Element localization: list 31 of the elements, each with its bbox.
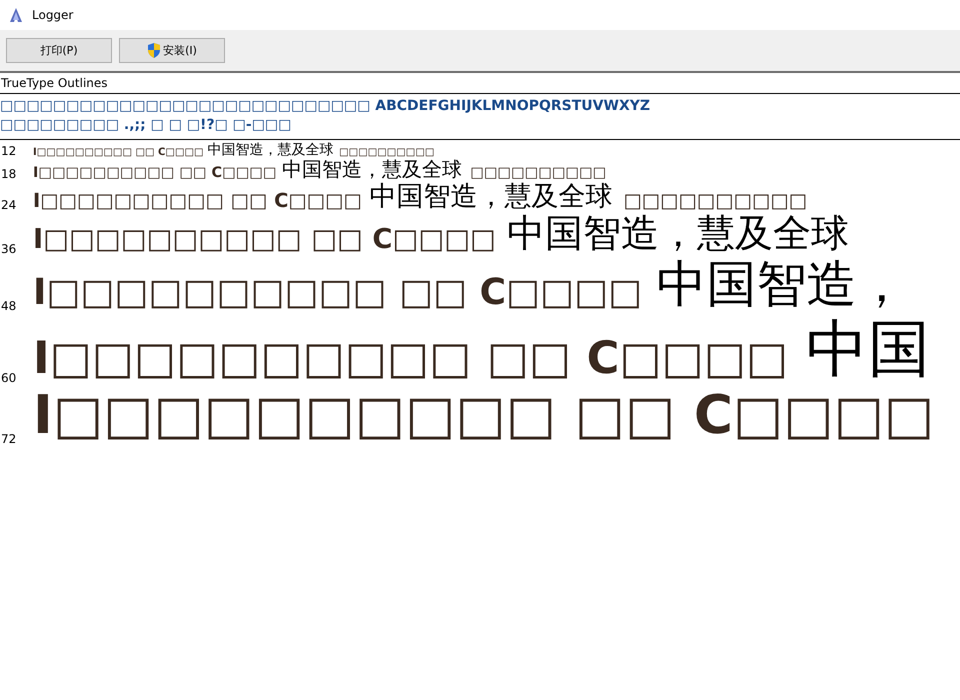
print-button[interactable]: 打印(P) <box>6 38 112 63</box>
shield-icon <box>147 43 162 58</box>
font-sample-text: □□□□□□□□□□ <box>623 190 808 212</box>
font-sample-text: I□□□□□□□□□□ □□ C□□□□ <box>33 333 788 385</box>
charset-line: □□□□□□□□□□□□□□□□□□□□□□□□□□□□ ABCDEFGHIJKLMNOPQRSTUVWXYZ <box>0 97 652 116</box>
cjk-sample-text: 中国智造，慧及全球 <box>506 212 849 256</box>
font-type-label: TrueType Outlines <box>0 73 960 94</box>
point-size-label: 36 <box>0 242 18 256</box>
charset-line: □□□□□□□□□ .,;; □ □ □!?□ □-□□□ <box>0 116 292 135</box>
font-sample-text: I□□□□□□□□□□ □□ C□□□□ <box>33 384 934 446</box>
font-sample-text: I□□□□□□□□□□ □□ C□□□□ <box>33 164 276 182</box>
font-sample-text: I□□□□□□□□□□ □□ C□□□□ <box>33 190 362 212</box>
point-size-label: 48 <box>0 299 18 314</box>
point-size-label: 60 <box>0 370 18 385</box>
cjk-sample-text: 中国智造，慧及全球 <box>370 181 613 212</box>
install-button[interactable]: 安装(I) <box>119 38 225 63</box>
point-size-label: 18 <box>0 167 18 182</box>
font-sample-text: I□□□□□□□□□□ □□ C□□□□ <box>33 272 642 314</box>
window-title: Logger <box>32 8 74 22</box>
point-size-label: 12 <box>0 144 18 158</box>
cjk-sample-text: 中国智造， <box>656 256 906 314</box>
font-sample-text: I□□□□□□□□□□ □□ C□□□□ <box>33 224 496 256</box>
cjk-sample-text: 中国智造，慧及全球 <box>282 158 462 182</box>
font-sample-text: □□□□□□□□□□ <box>339 146 434 158</box>
font-sample-text: □□□□□□□□□□ <box>470 164 606 182</box>
point-size-label: 72 <box>0 432 18 446</box>
font-sample-text: I□□□□□□□□□□ □□ C□□□□ <box>33 146 204 158</box>
cjk-sample-text: 中国智造，慧及全球 <box>208 142 334 158</box>
point-size-label: 24 <box>0 198 18 212</box>
cjk-sample-text: 中国 <box>806 313 930 385</box>
app-logo-icon <box>8 7 24 23</box>
